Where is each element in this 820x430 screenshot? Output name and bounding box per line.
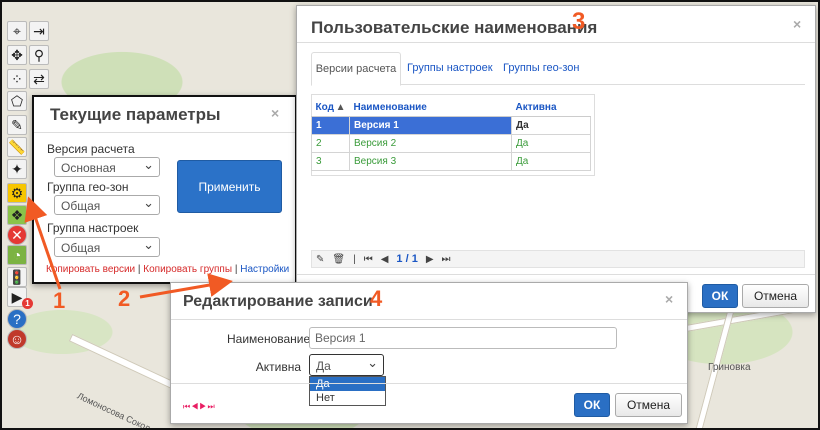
annotation-2: 2	[118, 286, 131, 311]
screen-frame: Гриновка Ломоносова Сокол ⌖ ⇥ ✥ ⚲ ⁘ ⇄ ⬠ …	[0, 0, 820, 430]
annotation-1: 1	[53, 288, 66, 313]
arrow-2	[139, 273, 233, 299]
annotation-4: 4	[370, 286, 383, 311]
annotation-3: 3	[572, 8, 586, 35]
arrow-1	[24, 196, 62, 290]
annotation-arrows	[24, 196, 233, 299]
